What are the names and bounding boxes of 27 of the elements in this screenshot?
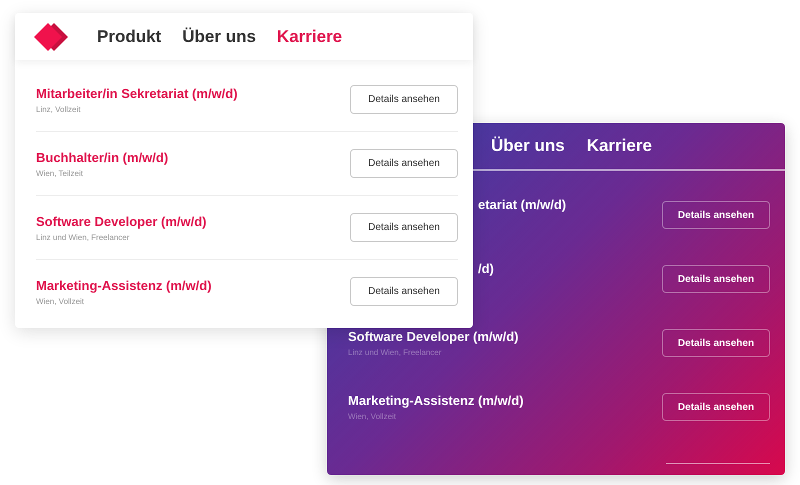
- job-meta: Wien, Vollzeit: [348, 412, 398, 421]
- details-button[interactable]: Details ansehen: [350, 213, 458, 242]
- job-meta: Wien, Vollzeit: [36, 296, 86, 306]
- nav-link[interactable]: Über uns: [491, 136, 565, 156]
- job-meta: Linz und Wien, Freelancer: [348, 348, 442, 357]
- nav-link[interactable]: Karriere: [586, 136, 652, 156]
- job-title[interactable]: Marketing-Assistenz (m/w/d): [348, 393, 524, 408]
- job-title[interactable]: Software Developer (m/w/d): [348, 329, 518, 344]
- details-button[interactable]: Details ansehen: [350, 85, 458, 114]
- details-button[interactable]: Details ansehen: [350, 149, 458, 178]
- job-title[interactable]: Mitarbeiter/in Sekretariat (m/w/d): [36, 86, 238, 100]
- job-title[interactable]: Buchhalter/in (m/w/d): [36, 150, 168, 164]
- details-button[interactable]: Details ansehen: [662, 265, 770, 293]
- job-title[interactable]: Marketing-Assistenz (m/w/d): [36, 278, 212, 292]
- job-title[interactable]: etariat (m/w/d): [478, 197, 566, 212]
- job-meta: Wien, Teilzeit: [36, 168, 84, 178]
- job-title[interactable]: Software Developer (m/w/d): [36, 214, 206, 228]
- details-button[interactable]: Details ansehen: [662, 201, 770, 229]
- job-meta: Linz und Wien, Freelancer: [36, 232, 130, 242]
- nav-link[interactable]: Karriere: [276, 26, 342, 46]
- nav-link[interactable]: Produkt: [97, 26, 162, 46]
- details-button[interactable]: Details ansehen: [662, 329, 770, 357]
- job-meta: Linz, Vollzeit: [36, 104, 82, 114]
- nav-link[interactable]: Über uns: [182, 26, 256, 46]
- details-button[interactable]: Details ansehen: [662, 393, 770, 421]
- details-button[interactable]: Details ansehen: [350, 277, 458, 306]
- job-title[interactable]: /d): [478, 261, 494, 276]
